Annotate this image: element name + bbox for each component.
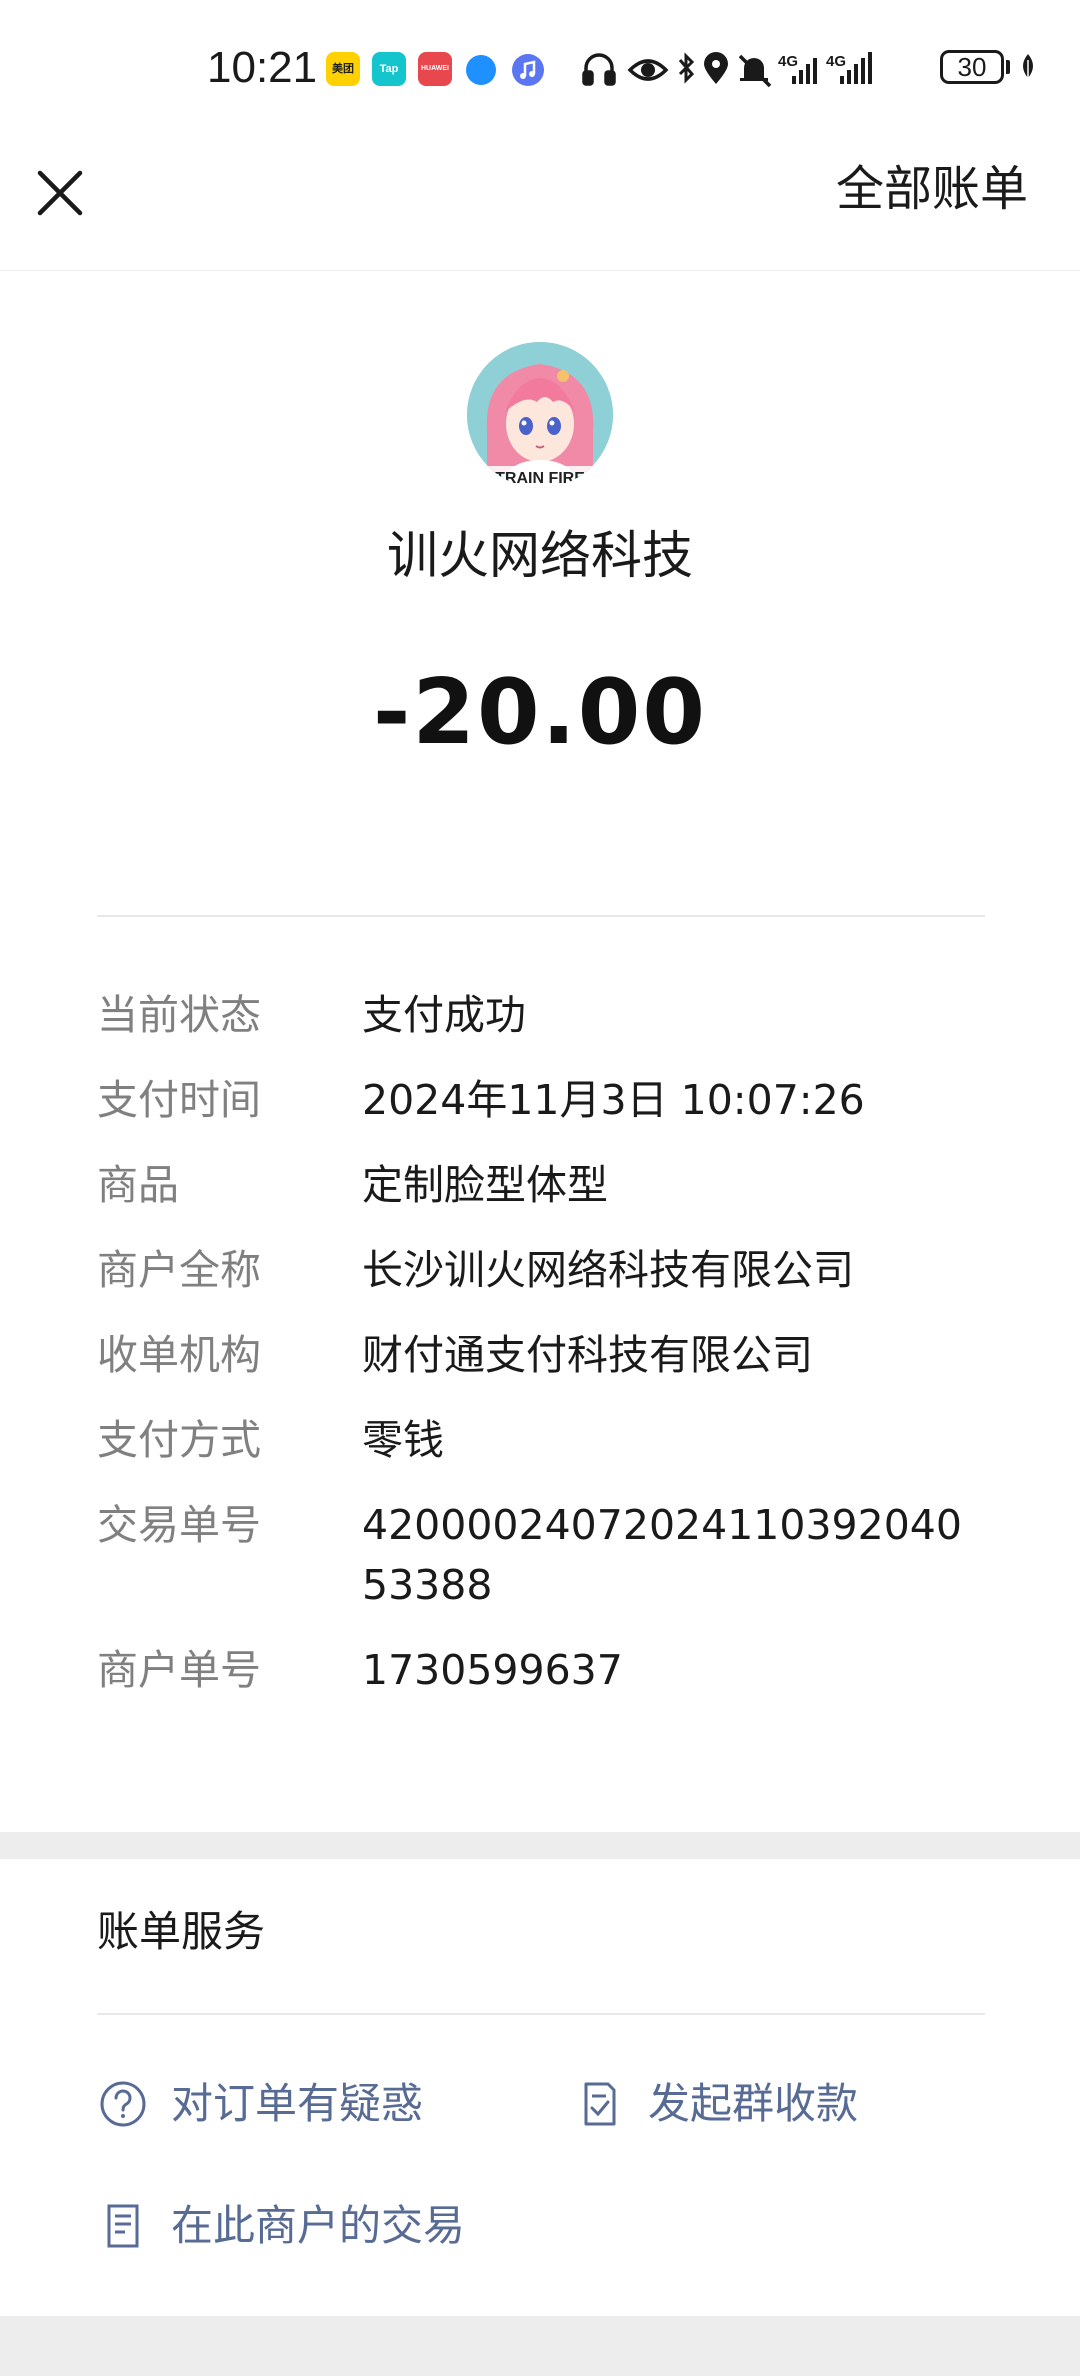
music-app-icon: [512, 54, 544, 86]
detail-label: 商品: [97, 1161, 179, 1209]
detail-value: 财付通支付科技有限公司: [362, 1331, 813, 1379]
bluetooth-icon: [678, 52, 695, 84]
merchant-trades-label: 在此商户的交易: [171, 2201, 466, 2250]
detail-value: 零钱: [362, 1416, 444, 1464]
merchant-name: 训火网络科技: [386, 527, 693, 586]
document-icon: [107, 2204, 139, 2248]
huawei-app-icon: HUAWEI: [418, 52, 452, 86]
detail-value[interactable]: 4200002407202411039204053388: [362, 1495, 987, 1615]
tap-app-icon: Tap: [372, 52, 406, 86]
signal-icon: 4G: [778, 53, 817, 84]
svg-text:4G: 4G: [826, 53, 846, 70]
section-gap: [0, 1832, 1080, 1859]
detail-value[interactable]: 1730599637: [362, 1640, 987, 1700]
svg-text:TRAIN FIRE: TRAIN FIRE: [495, 470, 585, 487]
bottom-gap: [0, 2316, 1080, 2376]
detail-label: 支付方式: [97, 1416, 261, 1464]
divider: [97, 915, 985, 917]
mute-icon: [738, 54, 772, 88]
detail-label: 交易单号: [97, 1501, 261, 1549]
payment-amount: -20.00: [372, 660, 708, 765]
merchant-avatar: TRAIN FIRE: [467, 342, 613, 488]
question-circle-icon: [100, 2081, 146, 2127]
status-time: 10:21: [207, 43, 318, 92]
detail-label: 商户单号: [97, 1646, 261, 1694]
signal-icon-2: 4G: [826, 52, 872, 84]
detail-label: 支付时间: [97, 1076, 261, 1124]
order-doubt-label: 对订单有疑惑: [171, 2079, 424, 2128]
top-nav: 全部账单: [0, 135, 1080, 271]
all-bills-link[interactable]: 全部账单: [836, 159, 1028, 219]
browser-app-icon: [466, 55, 496, 85]
status-icons: 4G 4G: [582, 52, 872, 88]
divider: [97, 2013, 985, 2015]
checklist-icon: [584, 2082, 616, 2126]
detail-label: 收单机构: [97, 1331, 261, 1379]
eye-icon: [627, 59, 669, 81]
close-icon[interactable]: [30, 163, 92, 225]
location-icon: [704, 52, 728, 84]
meituan-app-icon: 美团: [326, 52, 360, 86]
bill-service-title: 账单服务: [97, 1907, 266, 1956]
headphones-icon: [582, 53, 616, 86]
group-collect-label: 发起群收款: [648, 2079, 859, 2128]
detail-value: 2024年11月3日 10:07:26: [362, 1076, 865, 1124]
leaf-icon: [1023, 54, 1033, 80]
battery-level: 30: [957, 52, 987, 82]
detail-value: 支付成功: [362, 991, 526, 1039]
svg-text:4G: 4G: [778, 53, 798, 70]
detail-value: 定制脸型体型: [362, 1161, 608, 1209]
detail-label: 商户全称: [97, 1246, 261, 1294]
status-bar: 10:21 美团 Tap HUAWEI 4G 4G 30: [0, 0, 1080, 135]
detail-value: 长沙训火网络科技有限公司: [362, 1246, 854, 1294]
detail-label: 当前状态: [97, 991, 261, 1039]
